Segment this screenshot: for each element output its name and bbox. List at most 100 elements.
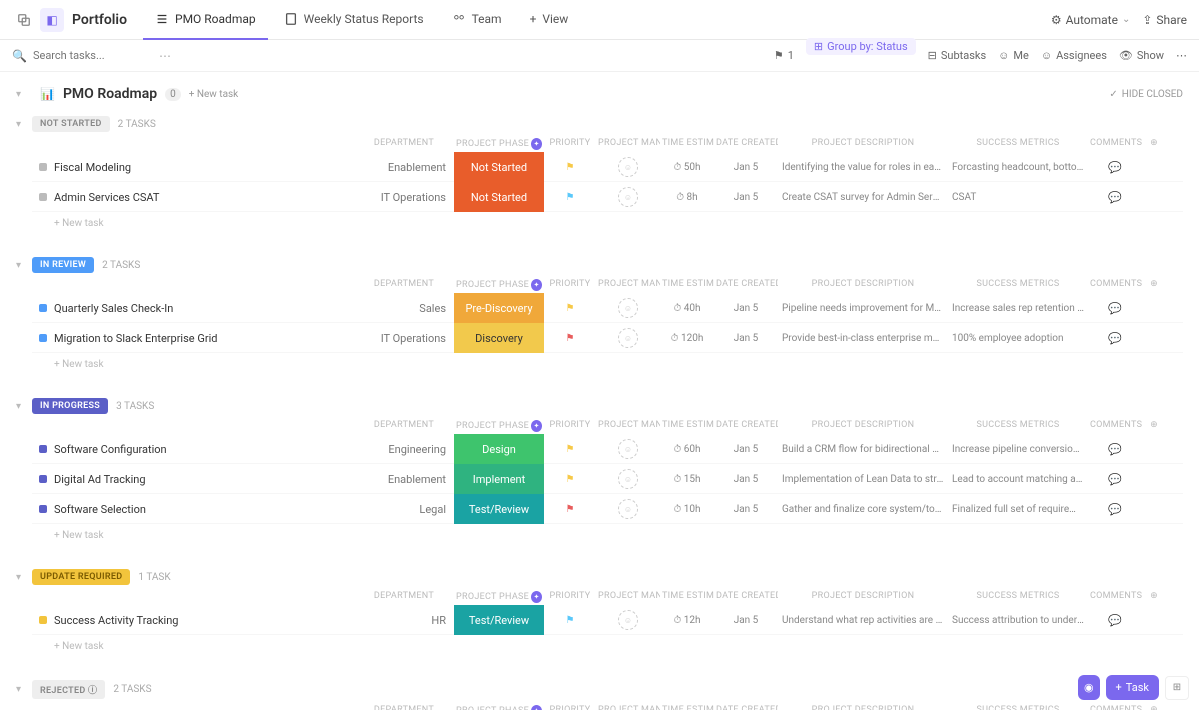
phase-cell[interactable]: Implement [454, 464, 544, 494]
search-more-icon[interactable]: ⋯ [159, 49, 172, 63]
priority-flag-icon[interactable]: ⚑ [544, 162, 596, 173]
col-priority[interactable]: PRIORITY [544, 279, 596, 291]
status-tag[interactable]: UPDATE REQUIRED [32, 569, 130, 585]
col-comments[interactable]: COMMENTS [1088, 138, 1142, 150]
time-estimate[interactable]: ⏱ 10h [660, 504, 714, 515]
manager-cell[interactable]: ☺ [596, 610, 660, 630]
more-icon[interactable]: ⋯ [1176, 49, 1187, 62]
success-metric[interactable]: Finalized full set of requirements for V… [948, 504, 1088, 515]
col-comments[interactable]: COMMENTS [1088, 705, 1142, 710]
new-task-fab[interactable]: +Task [1106, 675, 1159, 700]
col-priority[interactable]: PRIORITY [544, 705, 596, 710]
task-row[interactable]: Quarterly Sales Check-In Sales Pre-Disco… [32, 293, 1183, 323]
task-dept[interactable]: IT Operations [354, 191, 454, 204]
task-row[interactable]: Software Configuration Engineering Desig… [32, 434, 1183, 464]
apps-icon[interactable]: ⊞ [1165, 676, 1189, 700]
collapse-all-icon[interactable]: ▾ [16, 89, 32, 100]
new-task-button[interactable]: + New task [54, 635, 1183, 658]
success-metric[interactable]: Increase pipeline conversion of new busi… [948, 444, 1088, 455]
manager-cell[interactable]: ☺ [596, 187, 660, 207]
col-est[interactable]: TIME ESTIMATE [660, 591, 714, 603]
manager-cell[interactable]: ☺ [596, 298, 660, 318]
task-row[interactable]: Software Selection Legal Test/Review ⚑ ☺… [32, 494, 1183, 524]
priority-flag-icon[interactable]: ⚑ [544, 615, 596, 626]
priority-flag-icon[interactable]: ⚑ [544, 333, 596, 344]
task-dept[interactable]: Enablement [354, 161, 454, 174]
success-metric[interactable]: CSAT [948, 192, 1088, 203]
success-metric[interactable]: Success attribution to understand custom… [948, 615, 1088, 626]
collapse-icon[interactable]: ▾ [16, 260, 32, 271]
col-desc[interactable]: PROJECT DESCRIPTION [778, 705, 948, 710]
col-phase[interactable]: PROJECT PHASE✦ [454, 138, 544, 150]
search-input[interactable] [33, 49, 153, 62]
subtasks-pill[interactable]: ⊟Subtasks [928, 49, 987, 62]
project-description[interactable]: Understand what rep activities are leadi… [778, 615, 948, 626]
task-row[interactable]: Admin Services CSAT IT Operations Not St… [32, 182, 1183, 212]
col-est[interactable]: TIME ESTIMATE [660, 279, 714, 291]
col-est[interactable]: TIME ESTIMATE [660, 138, 714, 150]
col-dept[interactable]: DEPARTMENT [354, 591, 454, 603]
priority-flag-icon[interactable]: ⚑ [544, 192, 596, 203]
task-row[interactable]: Success Activity Tracking HR Test/Review… [32, 605, 1183, 635]
tab-weekly-reports[interactable]: Weekly Status Reports [272, 0, 436, 40]
col-phase[interactable]: PROJECT PHASE✦ [454, 420, 544, 432]
col-manager[interactable]: PROJECT MANAGER [596, 138, 660, 150]
project-description[interactable]: Build a CRM flow for bidirectional sync … [778, 444, 948, 455]
project-description[interactable]: Identifying the value for roles in each … [778, 162, 948, 173]
status-tag[interactable]: NOT STARTED [32, 116, 110, 132]
col-desc[interactable]: PROJECT DESCRIPTION [778, 420, 948, 432]
tab-team[interactable]: Team [440, 0, 514, 40]
col-est[interactable]: TIME ESTIMATE [660, 420, 714, 432]
phase-cell[interactable]: Discovery [454, 323, 544, 353]
task-dept[interactable]: HR [354, 614, 454, 627]
priority-flag-icon[interactable]: ⚑ [544, 504, 596, 515]
col-comments[interactable]: COMMENTS [1088, 279, 1142, 291]
col-date[interactable]: DATE CREATED [714, 591, 778, 603]
col-manager[interactable]: PROJECT MANAGER [596, 705, 660, 710]
task-dept[interactable]: Engineering [354, 443, 454, 456]
comment-icon[interactable]: 💬 [1088, 614, 1142, 627]
comment-icon[interactable]: 💬 [1088, 503, 1142, 516]
manager-cell[interactable]: ☺ [596, 469, 660, 489]
project-description[interactable]: Pipeline needs improvement for MoM and Q… [778, 303, 948, 314]
col-est[interactable]: TIME ESTIMATE [660, 705, 714, 710]
col-dept[interactable]: DEPARTMENT [354, 420, 454, 432]
col-comments[interactable]: COMMENTS [1088, 591, 1142, 603]
filter-pill[interactable]: ⚑1 [774, 49, 794, 62]
col-metrics[interactable]: SUCCESS METRICS [948, 591, 1088, 603]
phase-cell[interactable]: Test/Review [454, 605, 544, 635]
phase-cell[interactable]: Not Started [454, 182, 544, 212]
add-column-icon[interactable]: ⊕ [1142, 705, 1166, 710]
task-row[interactable]: Migration to Slack Enterprise Grid IT Op… [32, 323, 1183, 353]
task-name[interactable]: Quarterly Sales Check-In [54, 302, 354, 315]
col-dept[interactable]: DEPARTMENT [354, 279, 454, 291]
assignees-pill[interactable]: ☺Assignees [1041, 49, 1107, 62]
success-metric[interactable]: Lead to account matching and handling of… [948, 474, 1088, 485]
time-estimate[interactable]: ⏱ 50h [660, 162, 714, 173]
collapse-icon[interactable]: ▾ [16, 119, 32, 130]
success-metric[interactable]: 100% employee adoption [948, 333, 1088, 344]
task-dept[interactable]: Legal [354, 503, 454, 516]
priority-flag-icon[interactable]: ⚑ [544, 474, 596, 485]
comment-icon[interactable]: 💬 [1088, 191, 1142, 204]
record-button[interactable]: ◉ [1078, 675, 1100, 700]
task-name[interactable]: Admin Services CSAT [54, 191, 354, 204]
success-metric[interactable]: Increase sales rep retention rates QoQ a… [948, 303, 1088, 314]
col-desc[interactable]: PROJECT DESCRIPTION [778, 279, 948, 291]
comment-icon[interactable]: 💬 [1088, 473, 1142, 486]
col-metrics[interactable]: SUCCESS METRICS [948, 279, 1088, 291]
col-metrics[interactable]: SUCCESS METRICS [948, 420, 1088, 432]
add-column-icon[interactable]: ⊕ [1142, 138, 1166, 150]
time-estimate[interactable]: ⏱ 12h [660, 615, 714, 626]
comment-icon[interactable]: 💬 [1088, 302, 1142, 315]
task-name[interactable]: Fiscal Modeling [54, 161, 354, 174]
status-tag[interactable]: REJECTED ⓘ [32, 680, 105, 699]
col-desc[interactable]: PROJECT DESCRIPTION [778, 138, 948, 150]
automate-button[interactable]: ⚙ Automate ⌄ [1051, 13, 1131, 27]
project-description[interactable]: Gather and finalize core system/tool req… [778, 504, 948, 515]
col-manager[interactable]: PROJECT MANAGER [596, 591, 660, 603]
project-description[interactable]: Implementation of Lean Data to streamlin… [778, 474, 948, 485]
comment-icon[interactable]: 💬 [1088, 332, 1142, 345]
task-row[interactable]: Fiscal Modeling Enablement Not Started ⚑… [32, 152, 1183, 182]
time-estimate[interactable]: ⏱ 60h [660, 444, 714, 455]
